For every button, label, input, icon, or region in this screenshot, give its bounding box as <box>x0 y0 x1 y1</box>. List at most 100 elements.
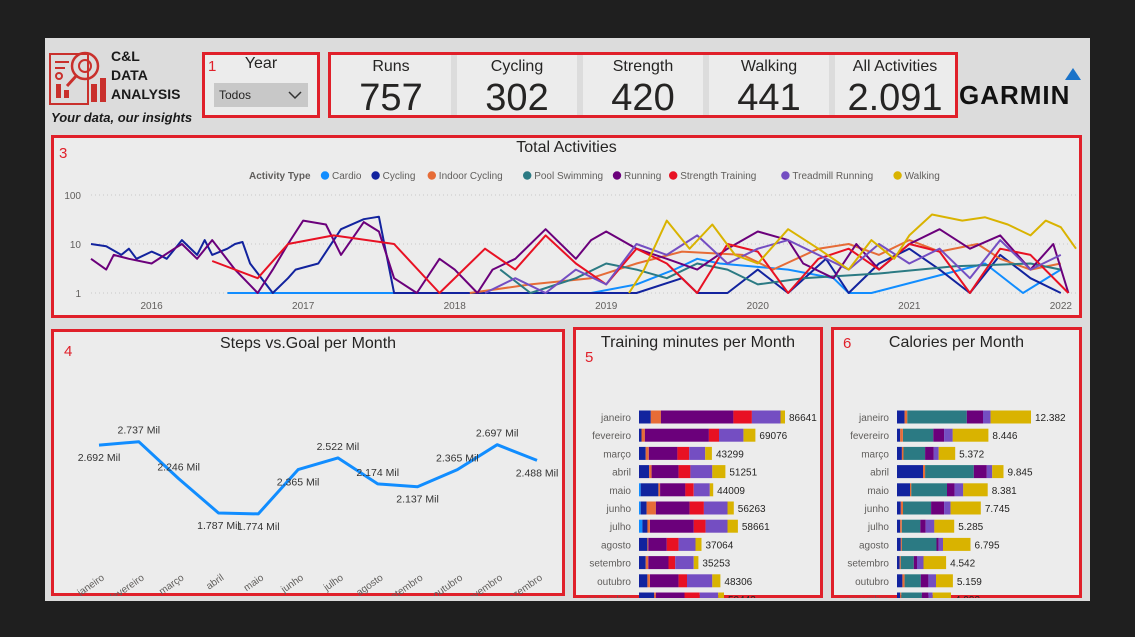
total-activities-panel: 3 Total Activities Activity Type Cardio Cy… <box>51 135 1082 318</box>
logo-tagline: Your data, our insights <box>51 110 193 125</box>
bar-segment-running <box>921 592 929 598</box>
bar-segment-running <box>660 483 686 497</box>
bar-segment-pool <box>903 501 932 515</box>
legend-marker-treadmill <box>781 171 790 180</box>
legend-label-indoor: Indoor Cycling <box>439 171 503 182</box>
bar-total-label: 5.285 <box>958 522 983 533</box>
bar-segment-indoor <box>641 428 645 442</box>
series-line-cardio <box>227 257 1062 294</box>
steps-data-label: 2.692 Mil <box>78 452 121 464</box>
bar-segment-indoor <box>647 519 650 533</box>
bar-segment-strength <box>684 592 700 598</box>
bar-segment-strength <box>685 483 694 497</box>
bar-segment-running <box>651 465 679 479</box>
kpi-all-value: 2.091 <box>847 77 943 119</box>
kpi-strength-value: 420 <box>611 77 675 119</box>
bar-segment-indoor <box>647 574 650 588</box>
x-tick-label: julho <box>321 572 346 594</box>
y-tick-label: novembro <box>845 595 890 598</box>
bar-segment-strength <box>693 519 706 533</box>
bar-total-label: 44009 <box>717 486 745 497</box>
bar-segment-cycling <box>897 556 900 570</box>
bar-segment-indoor <box>910 483 912 497</box>
bar-segment-running <box>648 556 669 570</box>
bar-segment-indoor <box>923 465 926 479</box>
bar-segment-cycling <box>639 446 646 460</box>
bar-total-label: 86641 <box>789 413 817 424</box>
bar-segment-indoor <box>901 446 904 460</box>
bar-segment-walking <box>718 592 724 598</box>
x-tick-label: março <box>157 572 186 596</box>
bar-segment-cycling <box>897 465 923 479</box>
y-tick-label: outubro <box>855 577 889 588</box>
bar-segment-walking <box>705 446 712 460</box>
bar-segment-strength <box>733 410 752 424</box>
bar-segment-cycling <box>897 428 901 442</box>
bar-segment-pool <box>903 428 934 442</box>
bar-segment-running <box>655 592 685 598</box>
bar-segment-strength <box>677 446 690 460</box>
x-tick-label: outubro <box>431 572 465 596</box>
calories-panel: 6 Calories per Month janeiro 12.382 fevere… <box>831 327 1082 598</box>
bar-segment-walking <box>963 483 988 497</box>
y-tick-label: março <box>861 449 889 460</box>
x-tick-label: agosto <box>355 572 386 596</box>
bar-segment-walking <box>743 428 756 442</box>
bar-segment-running <box>947 483 955 497</box>
kpi-cycling-label: Cycling <box>490 58 544 75</box>
bar-segment-cycling <box>897 574 903 588</box>
steps-data-label: 1.774 Mil <box>237 521 280 533</box>
bar-segment-indoor <box>658 483 661 497</box>
bar-segment-walking <box>780 410 785 424</box>
y-tick-label: fevereiro <box>850 431 889 442</box>
x-tick-label: 2016 <box>140 301 163 312</box>
calories-chart: janeiro 12.382 fevereiro 8.446 março 5.372 abr… <box>845 410 1066 598</box>
bar-segment-running <box>648 537 667 551</box>
training-minutes-chart: janeiro 86641 fevereiro 69076 março 43299 abri… <box>587 410 817 598</box>
bar-total-label: 58661 <box>742 522 770 533</box>
x-tick-label: junho <box>279 572 307 596</box>
garmin-logo: GARMIN <box>957 68 1087 112</box>
bar-total-label: 50443 <box>728 595 756 598</box>
bar-segment-pool <box>903 446 926 460</box>
legend-marker-cycling <box>371 171 380 180</box>
steps-data-label: 2.488 Mil <box>516 467 559 479</box>
bar-segment-strength <box>678 465 691 479</box>
bar-segment-cycling <box>640 501 647 515</box>
bar-segment-walking <box>950 501 981 515</box>
y-tick-label: julho <box>867 522 890 533</box>
bar-segment-running <box>650 519 694 533</box>
bar-segment-cycling <box>639 465 650 479</box>
y-tick-label: agosto <box>859 540 889 551</box>
bar-segment-treadmill <box>703 501 728 515</box>
x-tick-label: 2020 <box>747 301 770 312</box>
y-tick-label: outubro <box>597 577 631 588</box>
bar-segment-running <box>644 428 709 442</box>
x-tick-label: janeiro <box>75 572 107 596</box>
y-tick-label: janeiro <box>858 413 889 424</box>
legend-label-running: Running <box>624 171 661 182</box>
bar-segment-pool <box>901 592 922 598</box>
garmin-wordmark: GARMIN <box>959 80 1071 110</box>
legend-marker-strength <box>669 171 678 180</box>
bar-segment-running <box>925 446 934 460</box>
bar-segment-walking <box>712 465 726 479</box>
bar-segment-treadmill <box>917 556 924 570</box>
bar-total-label: 4.992 <box>955 595 980 598</box>
kpi-walking-value: 441 <box>737 77 801 119</box>
bar-segment-cardio <box>639 501 641 515</box>
bar-total-label: 43299 <box>716 449 744 460</box>
bar-segment-walking <box>712 574 721 588</box>
bar-segment-pool <box>901 537 937 551</box>
kpi-cycling-value: 302 <box>485 77 549 119</box>
y-tick-label: abril <box>870 468 889 479</box>
kpi-runs: Runs 757 <box>331 55 451 119</box>
bar-total-label: 6.795 <box>975 540 1000 551</box>
bar-segment-cycling <box>897 519 901 533</box>
bar-segment-treadmill <box>954 483 964 497</box>
year-filter-card: 1 Year Todos <box>202 52 320 118</box>
steps-data-label: 2.365 Mil <box>277 477 320 489</box>
year-dropdown[interactable]: Todos <box>214 83 308 107</box>
training-minutes-panel: 5 Training minutes per Month janeiro 8664… <box>573 327 823 598</box>
legend-marker-running <box>612 171 622 180</box>
